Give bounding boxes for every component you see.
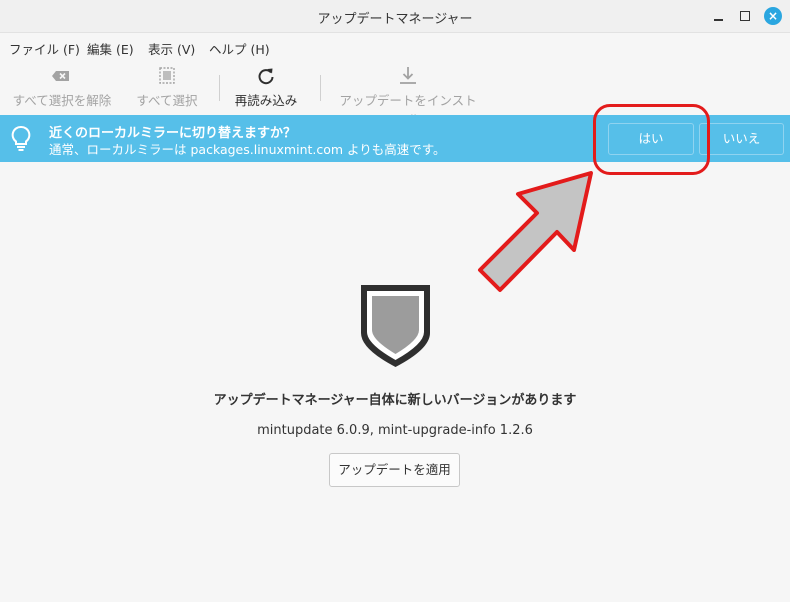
clear-selection-button[interactable]: すべて選択を解除	[11, 67, 113, 109]
select-all-icon	[159, 67, 175, 84]
refresh-label: 再読み込み	[234, 93, 298, 108]
select-all-button[interactable]: すべて選択	[135, 67, 199, 109]
minimize-icon[interactable]	[711, 8, 727, 24]
title-bar: アップデートマネージャー ×	[0, 0, 790, 33]
shield-icon	[361, 285, 430, 367]
select-all-label: すべて選択	[136, 93, 198, 108]
menu-file[interactable]: ファイル (F)	[9, 39, 80, 58]
lightbulb-icon	[11, 126, 31, 151]
refresh-icon	[258, 68, 274, 85]
window-title: アップデートマネージャー	[317, 12, 473, 27]
toolbar-separator	[219, 75, 220, 101]
close-icon[interactable]: ×	[764, 7, 782, 25]
update-available-title: アップデートマネージャー自体に新しいバージョンがあります	[213, 393, 577, 408]
refresh-button[interactable]: 再読み込み	[234, 67, 298, 109]
download-icon	[400, 67, 416, 84]
clear-selection-icon	[52, 71, 69, 81]
toolbar-separator	[320, 75, 321, 101]
no-button[interactable]: いいえ	[699, 123, 784, 155]
infobar-subtitle: 通常、ローカルミラーは packages.linuxmint.com よりも高速…	[49, 142, 446, 157]
apply-update-button[interactable]: アップデートを適用	[329, 453, 460, 487]
menu-view[interactable]: 表示 (V)	[148, 39, 195, 58]
version-text: mintupdate 6.0.9, mint-upgrade-info 1.2.…	[257, 423, 533, 438]
annotation-arrow-icon	[478, 171, 593, 292]
menu-bar: ファイル (F) 編集 (E) 表示 (V) ヘルプ (H)	[0, 33, 790, 59]
highlight-circle	[593, 104, 710, 175]
menu-edit[interactable]: 編集 (E)	[87, 39, 134, 58]
menu-help[interactable]: ヘルプ (H)	[209, 39, 270, 58]
clear-selection-label: すべて選択を解除	[12, 93, 112, 108]
maximize-icon[interactable]	[737, 8, 753, 24]
